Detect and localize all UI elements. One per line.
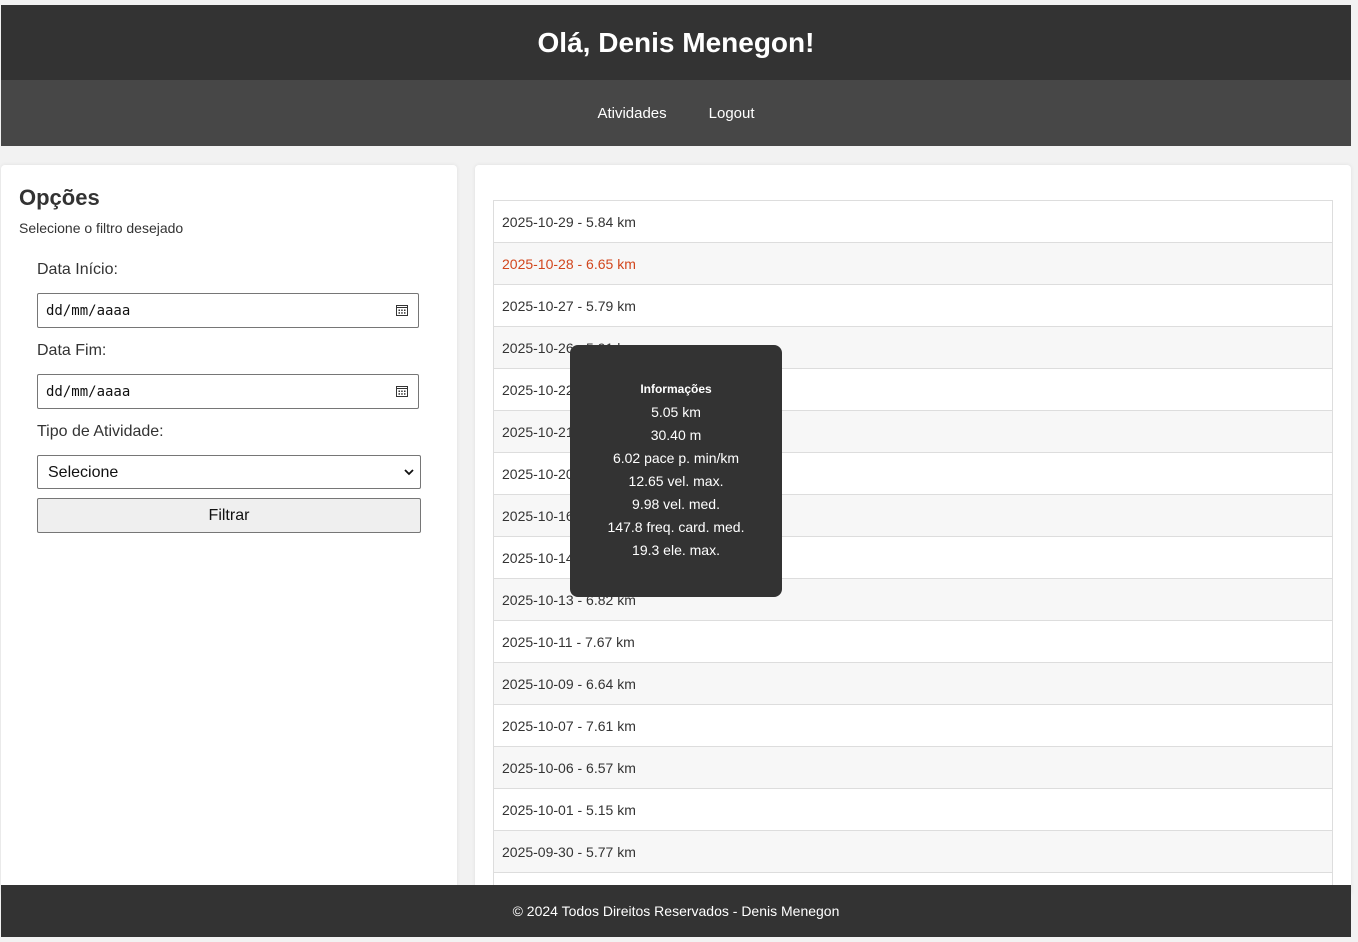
calendar-icon[interactable] bbox=[396, 304, 408, 316]
nav-item-atividades[interactable]: Atividades bbox=[597, 105, 666, 122]
tooltip-line: 6.02 pace p. min/km bbox=[612, 450, 740, 466]
start-date-placeholder: dd/mm/aaaa bbox=[46, 303, 131, 319]
end-date-input[interactable]: dd/mm/aaaa bbox=[37, 374, 419, 409]
nav-item-logout[interactable]: Logout bbox=[709, 105, 755, 122]
tooltip-title: Informações bbox=[640, 382, 712, 396]
sidebar-title: Opções bbox=[19, 185, 100, 210]
end-date-placeholder: dd/mm/aaaa bbox=[46, 384, 131, 400]
activity-list-item[interactable]: 2025-10-07 - 7.61 km bbox=[494, 705, 1332, 747]
main-nav: Atividades Logout bbox=[1, 80, 1351, 146]
page-footer: © 2024 Todos Direitos Reservados - Denis… bbox=[1, 885, 1351, 937]
activity-list-item[interactable]: 2025-10-29 - 5.84 km bbox=[494, 201, 1332, 243]
activity-list-item[interactable]: 2025-10-27 - 5.79 km bbox=[494, 285, 1332, 327]
tooltip-line: 30.40 m bbox=[650, 427, 702, 443]
tooltip-line: 19.3 ele. max. bbox=[632, 542, 720, 558]
activity-type-label: Tipo de Atividade: bbox=[37, 423, 164, 440]
start-date-input[interactable]: dd/mm/aaaa bbox=[37, 293, 419, 328]
tooltip-line: 5.05 km bbox=[651, 404, 701, 420]
page-header: Olá, Denis Menegon! bbox=[1, 5, 1351, 80]
page-title: Olá, Denis Menegon! bbox=[537, 26, 815, 58]
activity-type-value: Selecione bbox=[48, 464, 119, 481]
activity-info-tooltip: Informações 5.05 km 30.40 m 6.02 pace p.… bbox=[570, 345, 782, 597]
end-date-label: Data Fim: bbox=[37, 342, 107, 359]
activity-list-item[interactable]: 2025-09-30 - 5.77 km bbox=[494, 831, 1332, 873]
sidebar-subtitle: Selecione o filtro desejado bbox=[19, 220, 184, 236]
filter-sidebar: Opções Selecione o filtro desejado Data … bbox=[1, 165, 457, 895]
filter-button[interactable]: Filtrar bbox=[37, 498, 421, 533]
tooltip-line: 147.8 freq. card. med. bbox=[607, 519, 745, 535]
start-date-label: Data Início: bbox=[37, 261, 118, 278]
activity-list-item[interactable]: 2025-10-09 - 6.64 km bbox=[494, 663, 1332, 705]
calendar-icon[interactable] bbox=[396, 385, 408, 397]
activity-type-select[interactable]: Selecione bbox=[37, 455, 421, 489]
tooltip-line: 9.98 vel. med. bbox=[632, 496, 720, 512]
footer-text: © 2024 Todos Direitos Reservados - Denis… bbox=[512, 903, 840, 919]
activity-list-item[interactable]: 2025-10-06 - 6.57 km bbox=[494, 747, 1332, 789]
activity-list-item[interactable]: 2025-10-11 - 7.67 km bbox=[494, 621, 1332, 663]
chevron-down-icon bbox=[404, 469, 414, 476]
tooltip-line: 12.65 vel. max. bbox=[628, 473, 724, 489]
activity-list-item[interactable]: 2025-10-28 - 6.65 km bbox=[494, 243, 1332, 285]
activity-list-item[interactable]: 2025-10-01 - 5.15 km bbox=[494, 789, 1332, 831]
